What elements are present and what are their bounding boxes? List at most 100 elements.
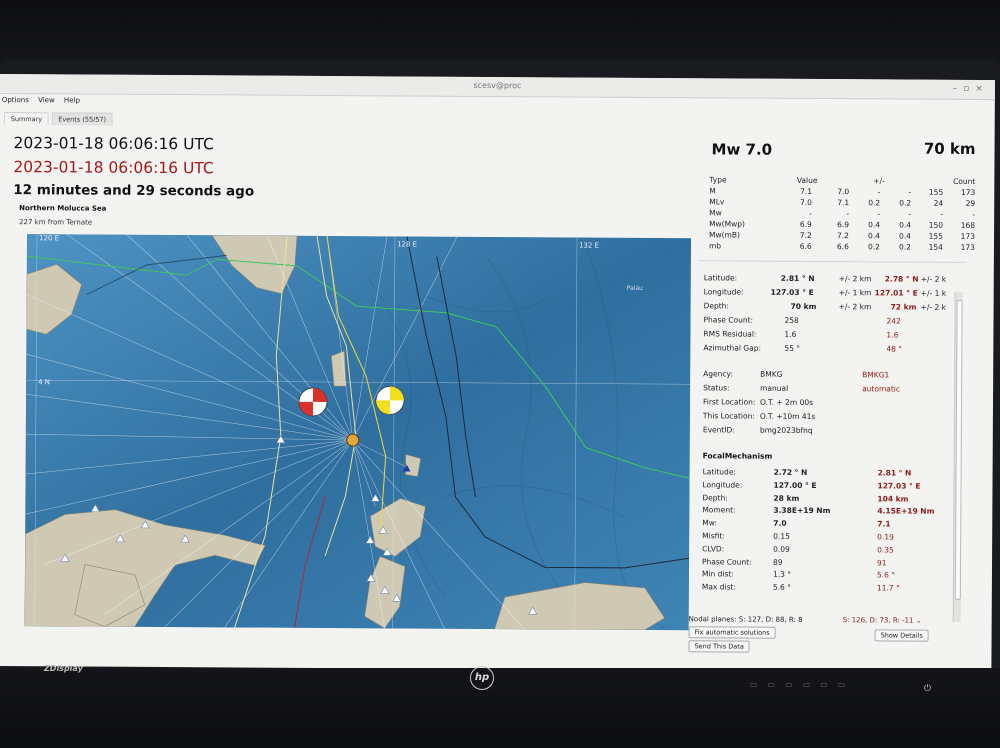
focal-row-value: 2.72 ° N (773, 467, 808, 477)
table-cell: 150 (928, 220, 944, 230)
focal-row-value-2: 104 km (877, 493, 909, 504)
status-value-2: automatic (862, 384, 901, 394)
event-map[interactable]: 120 E 128 E 132 E 4 N Palau (24, 234, 692, 631)
focal-row-value: 5.6 ° (772, 582, 791, 593)
col-count: Count (953, 176, 976, 186)
phase-count-value: 258 (784, 315, 799, 325)
latitude-value-2: 2.78 ° N (884, 274, 919, 284)
table-cell: 6.6 (799, 241, 812, 251)
phase-count-value-2: 242 (886, 316, 901, 326)
focal-row-value-2: 4.15E+19 Nm (877, 506, 935, 517)
tab-summary[interactable]: Summary (3, 112, 50, 126)
show-details-button[interactable]: Show Details (874, 629, 929, 642)
table-cell: 6.9 (799, 219, 812, 229)
table-cell: 155 (928, 187, 944, 197)
table-row: mb 6.6 6.6 0.2 0.2 154 173 (707, 240, 977, 253)
fix-automatic-button[interactable]: Fix automatic solutions (688, 626, 776, 639)
origin-time: 2023-01-18 06:06:16 UTC (13, 134, 214, 154)
epicenter-marker[interactable] (346, 433, 360, 447)
table-cell: Mw (709, 208, 722, 218)
rms-value-2: 1.6 (886, 330, 899, 340)
table-cell: 173 (960, 187, 976, 197)
lon-label-128: 128 E (397, 240, 417, 248)
latitude-unc: +/- 2 km (838, 274, 872, 284)
table-cell: - (940, 209, 944, 219)
lat-label-4n: 4 N (38, 378, 50, 386)
table-cell: 0.4 (899, 231, 912, 241)
latitude-unc-2: +/- 2 k (920, 274, 947, 284)
depth-value-2: 72 km (890, 302, 917, 312)
nodal-planes-select[interactable]: S: 126, D: 73, R: -11 ⌄ (843, 616, 922, 624)
power-icon[interactable]: ⏻ (924, 684, 931, 694)
agency-value: BMKG (760, 369, 783, 379)
focal-row-value-2: 5.6 ° (876, 570, 896, 580)
nodal-select-value: S: 126, D: 73, R: -11 (842, 616, 914, 625)
longitude-unc: +/- 1 km (838, 288, 872, 298)
menu-help[interactable]: Help (64, 96, 80, 104)
table-cell: 7.1 (800, 186, 813, 196)
col-type: Type (709, 175, 727, 185)
azgap-value-2: 48 ° (886, 344, 903, 354)
latitude-label: Latitude: (703, 273, 738, 283)
menu-view[interactable]: View (38, 96, 55, 104)
agency-value-2: BMKG1 (862, 370, 890, 380)
table-cell: 7.2 (836, 231, 849, 241)
region-name: Northern Molucca Sea (19, 204, 107, 213)
table-cell: - (846, 209, 850, 219)
table-cell: - (908, 209, 912, 219)
table-cell: 0.4 (899, 220, 912, 230)
table-cell: Mw(mB) (709, 230, 740, 240)
focal-row-value: 1.3 ° (772, 570, 792, 580)
table-cell: Mw(Mwp) (709, 219, 745, 229)
focal-row-value: 89 (773, 557, 783, 567)
azgap-value: 55 ° (784, 343, 801, 353)
place-label-palau: Palau (627, 285, 643, 292)
focal-row-label: Depth: (702, 492, 728, 503)
longitude-value: 127.03 ° E (770, 287, 814, 297)
focal-row-value: 7.0 (773, 518, 787, 529)
focal-row-value-2: 91 (877, 557, 887, 568)
tab-bar: Summary Events (55/57) (3, 112, 114, 127)
focal-row-value: 0.09 (773, 544, 790, 554)
nearest-city: 227 km from Ternate (19, 218, 93, 227)
monitor-buttons[interactable]: ▭▭▭▭▭▭ (750, 680, 855, 689)
focal-row-label: Latitude: (702, 467, 737, 477)
table-cell: 0.2 (868, 198, 881, 208)
focal-row-value-2: 2.81 ° N (877, 468, 912, 478)
table-cell: - (877, 187, 881, 197)
depth-unc-2: +/- 2 k (920, 302, 947, 312)
depth-label: Depth: (703, 301, 729, 311)
table-cell: 24 (933, 198, 944, 208)
focal-row-label: Mw: (702, 518, 718, 528)
table-cell: 173 (960, 231, 976, 241)
longitude-unc-2: +/- 1 k (920, 288, 947, 298)
tab-events[interactable]: Events (55/57) (51, 112, 114, 126)
monitor-brand: ZDisplay (44, 664, 83, 673)
focal-row-value-2: 11.7 ° (876, 583, 900, 593)
col-value: Value (796, 175, 818, 185)
menu-options[interactable]: Options (2, 96, 29, 104)
beachball-red[interactable] (298, 387, 328, 417)
map-svg[interactable]: 120 E 128 E 132 E 4 N Palau (24, 234, 692, 631)
focal-mechanism-title: FocalMechanism (702, 451, 773, 461)
table-cell: 168 (960, 220, 976, 230)
rms-label: RMS Residual: (703, 329, 757, 339)
focal-row-value-2: 0.35 (877, 545, 894, 555)
table-cell: 7.2 (799, 230, 812, 240)
status-value: manual (760, 383, 789, 393)
origin-time-red: 2023-01-18 06:06:16 UTC (13, 158, 214, 178)
lon-label-120: 120 E (39, 234, 59, 242)
menu-bar: Options View Help (2, 96, 87, 109)
focal-row-value: 3.38E+19 Nm (773, 506, 831, 516)
send-data-button[interactable]: Send This Data (688, 640, 750, 653)
table-cell: - (877, 209, 881, 219)
summary-panel: Mw 7.0 70 km Type Value +/- Count M 7.1 7.… (688, 78, 990, 672)
table-cell: 29 (965, 198, 976, 208)
azgap-label: Azimuthal Gap: (703, 343, 762, 353)
focal-row-label: Max dist: (701, 582, 737, 592)
focal-row-label: Moment: (702, 505, 736, 515)
phase-count-label: Phase Count: (703, 315, 754, 325)
beachball-yellow[interactable] (375, 385, 405, 415)
table-cell: mb (708, 241, 722, 251)
table-cell: 173 (960, 242, 975, 252)
